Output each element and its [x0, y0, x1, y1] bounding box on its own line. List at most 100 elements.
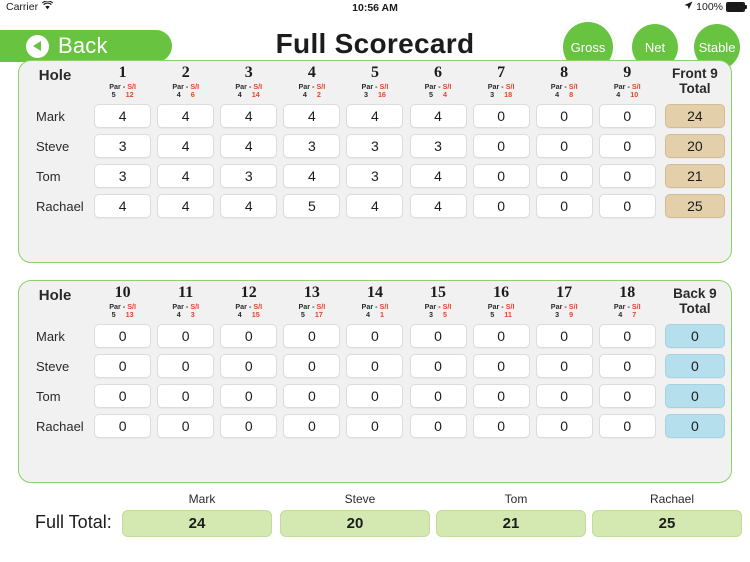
- score-input[interactable]: 0: [535, 414, 593, 439]
- score-cell: 0: [470, 351, 533, 381]
- score-input[interactable]: 0: [535, 104, 593, 129]
- score-input[interactable]: 0: [598, 134, 656, 159]
- score-input[interactable]: 4: [157, 194, 215, 219]
- battery-percent-label: 100%: [696, 1, 723, 13]
- score-input[interactable]: 0: [283, 384, 341, 409]
- score-input[interactable]: 0: [598, 384, 656, 409]
- full-total-values-row: Full Total: 24 20 21 25: [18, 510, 742, 540]
- score-input[interactable]: 3: [94, 164, 152, 189]
- score-input[interactable]: 4: [220, 194, 278, 219]
- score-input[interactable]: 4: [94, 194, 152, 219]
- score-input[interactable]: 0: [409, 384, 467, 409]
- score-input[interactable]: 0: [346, 324, 404, 349]
- score-input[interactable]: 4: [346, 194, 404, 219]
- score-input[interactable]: 0: [472, 194, 530, 219]
- score-cell: 4: [343, 101, 406, 131]
- score-input[interactable]: 0: [346, 384, 404, 409]
- score-input[interactable]: 0: [472, 414, 530, 439]
- score-input[interactable]: 4: [346, 104, 404, 129]
- score-input[interactable]: 0: [220, 414, 278, 439]
- score-input[interactable]: 0: [220, 354, 278, 379]
- si-value: 3: [190, 310, 195, 320]
- front-hole-header-6: 6 Par - S/I 5 4: [406, 61, 469, 101]
- score-input[interactable]: 4: [157, 104, 215, 129]
- score-input[interactable]: 3: [346, 164, 404, 189]
- par-value: 5: [300, 310, 305, 320]
- score-input[interactable]: 0: [409, 414, 467, 439]
- score-input[interactable]: 0: [94, 354, 152, 379]
- score-input[interactable]: 4: [157, 164, 215, 189]
- score-input[interactable]: 4: [157, 134, 215, 159]
- score-input[interactable]: 0: [598, 414, 656, 439]
- score-input[interactable]: 4: [409, 164, 467, 189]
- score-input[interactable]: 4: [220, 104, 278, 129]
- full-total-value: 25: [592, 510, 742, 537]
- score-input[interactable]: 0: [472, 134, 530, 159]
- score-input[interactable]: 0: [220, 384, 278, 409]
- score-input[interactable]: 0: [283, 414, 341, 439]
- score-cell: 3: [91, 131, 154, 161]
- par-value: 4: [555, 90, 560, 100]
- score-input[interactable]: 0: [598, 324, 656, 349]
- par-value: 4: [616, 90, 621, 100]
- front-total-cell: 25: [659, 191, 731, 221]
- par-si-row: Par - S/I 4 6: [154, 82, 217, 100]
- score-input[interactable]: 3: [409, 134, 467, 159]
- score-input[interactable]: 0: [94, 384, 152, 409]
- score-input[interactable]: 0: [472, 354, 530, 379]
- score-input[interactable]: 0: [598, 354, 656, 379]
- score-cell: 3: [280, 131, 343, 161]
- si-value: 1: [379, 310, 384, 320]
- score-cell: 0: [470, 411, 533, 441]
- score-input[interactable]: 0: [220, 324, 278, 349]
- score-input[interactable]: 3: [220, 164, 278, 189]
- score-input[interactable]: 0: [472, 324, 530, 349]
- score-input[interactable]: 0: [535, 384, 593, 409]
- score-input[interactable]: 4: [283, 164, 341, 189]
- score-input[interactable]: 0: [94, 414, 152, 439]
- score-input[interactable]: 0: [409, 354, 467, 379]
- score-input[interactable]: 4: [220, 134, 278, 159]
- score-input[interactable]: 0: [157, 354, 215, 379]
- score-input[interactable]: 4: [409, 104, 467, 129]
- score-input[interactable]: 0: [598, 104, 656, 129]
- score-input[interactable]: 0: [157, 414, 215, 439]
- back-hole-header-10: 10 Par - S/I 5 13: [91, 281, 154, 321]
- score-cell: 4: [406, 101, 469, 131]
- score-input[interactable]: 0: [157, 384, 215, 409]
- score-input[interactable]: 0: [535, 194, 593, 219]
- score-input[interactable]: 3: [283, 134, 341, 159]
- score-input[interactable]: 3: [346, 134, 404, 159]
- score-input[interactable]: 0: [283, 324, 341, 349]
- score-input[interactable]: 0: [472, 104, 530, 129]
- score-input[interactable]: 0: [346, 354, 404, 379]
- score-input[interactable]: 4: [409, 194, 467, 219]
- score-input[interactable]: 0: [535, 134, 593, 159]
- score-input[interactable]: 3: [94, 134, 152, 159]
- score-cell: 0: [470, 161, 533, 191]
- score-input[interactable]: 0: [346, 414, 404, 439]
- score-input[interactable]: 0: [157, 324, 215, 349]
- score-input[interactable]: 5: [283, 194, 341, 219]
- par-si-row: Par - S/I 5 17: [280, 302, 343, 320]
- score-input[interactable]: 0: [598, 194, 656, 219]
- score-input[interactable]: 0: [472, 164, 530, 189]
- score-input[interactable]: 0: [535, 354, 593, 379]
- back-hole-header-17: 17 Par - S/I 3 9: [533, 281, 596, 321]
- par-value: 4: [302, 90, 307, 100]
- table-row: Steve 3 4 4 3 3 3 0 0 0 20: [19, 131, 731, 161]
- score-input[interactable]: 0: [535, 164, 593, 189]
- score-input[interactable]: 0: [598, 164, 656, 189]
- si-value: 12: [125, 90, 134, 100]
- score-input[interactable]: 4: [283, 104, 341, 129]
- score-input[interactable]: 4: [94, 104, 152, 129]
- score-input[interactable]: 0: [472, 384, 530, 409]
- score-input[interactable]: 0: [283, 354, 341, 379]
- score-input[interactable]: 0: [535, 324, 593, 349]
- score-cell: 0: [154, 411, 217, 441]
- score-cell: 0: [406, 381, 469, 411]
- score-cell: 0: [343, 351, 406, 381]
- score-cell: 0: [217, 321, 280, 351]
- score-input[interactable]: 0: [409, 324, 467, 349]
- score-input[interactable]: 0: [94, 324, 152, 349]
